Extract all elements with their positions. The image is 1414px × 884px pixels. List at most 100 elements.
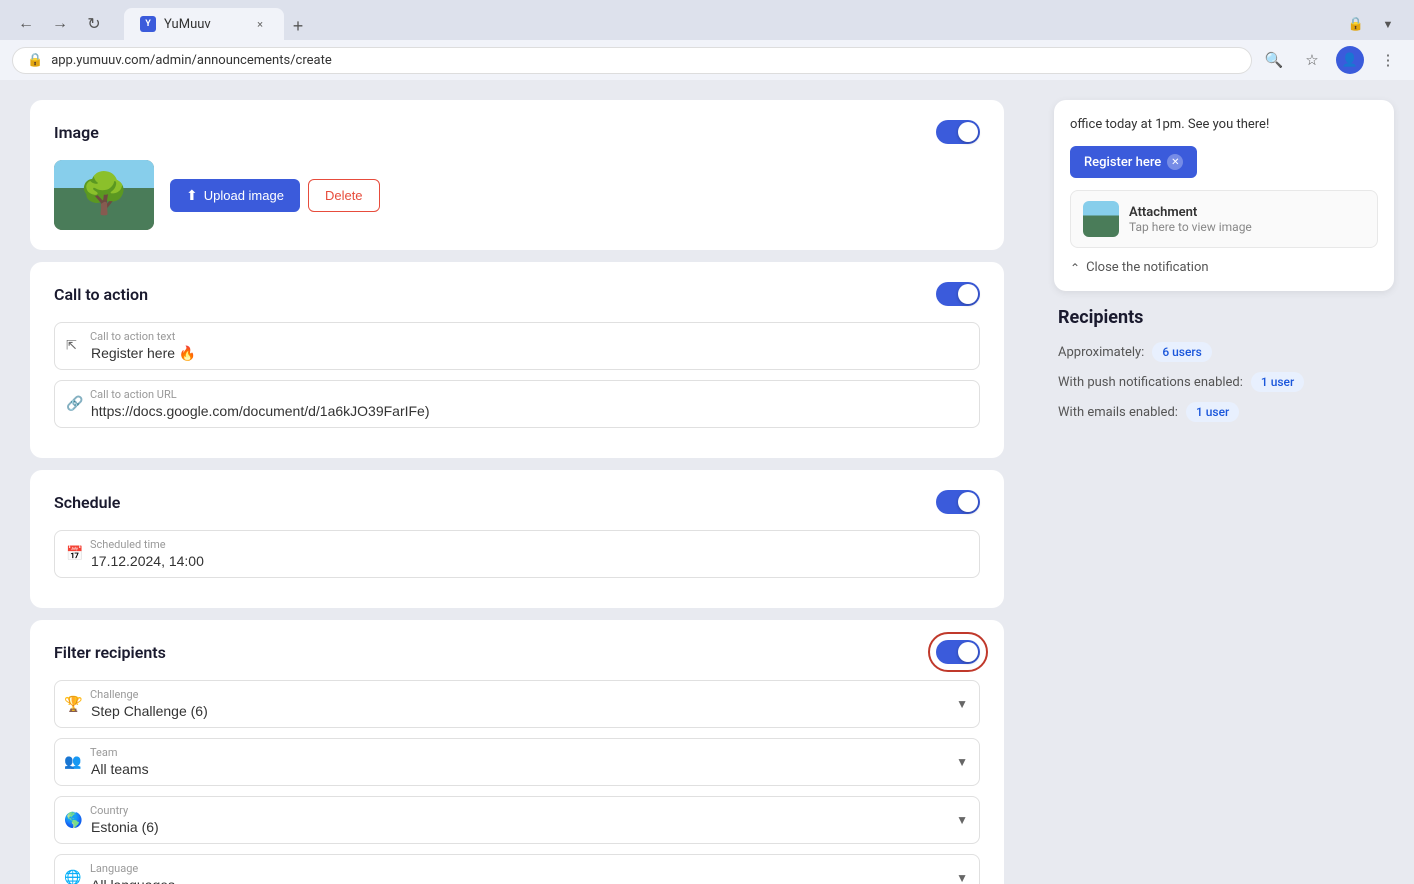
menu-button[interactable]: ⋮ <box>1374 46 1402 74</box>
back-button[interactable]: ← <box>12 10 40 38</box>
cta-close-icon: ✕ <box>1167 154 1183 170</box>
tab-bar: Y YuMuuv × + <box>116 8 320 40</box>
schedule-section-header: Schedule <box>54 490 980 514</box>
upload-image-button[interactable]: ⬆ Upload image <box>170 179 300 212</box>
upload-icon: ⬆ <box>186 187 198 204</box>
chevron-up-icon: ⌃ <box>1070 261 1080 275</box>
trophy-icon: 🏆 <box>64 695 83 713</box>
cta-toggle-track <box>936 282 980 306</box>
image-tree-graphic <box>54 160 154 230</box>
form-column: Image ⬆ Upload image <box>0 80 1034 884</box>
challenge-select[interactable]: Step Challenge (6) <box>54 680 980 728</box>
image-toggle-thumb <box>958 122 978 142</box>
reload-button[interactable]: ↻ <box>80 10 108 38</box>
schedule-time-input[interactable] <box>54 530 980 578</box>
profile-button[interactable]: 👤 <box>1336 46 1364 74</box>
country-select[interactable]: Estonia (6) <box>54 796 980 844</box>
filter-section-title: Filter recipients <box>54 643 166 662</box>
bookmark-button[interactable]: ☆ <box>1298 46 1326 74</box>
cta-url-input[interactable] <box>54 380 980 428</box>
push-recipients-badge: 1 user <box>1251 372 1304 392</box>
filter-section-header: Filter recipients <box>54 640 980 664</box>
tab-favicon: Y <box>140 16 156 32</box>
nav-buttons: ← → ↻ <box>12 10 108 38</box>
lock-icon: 🔒 <box>27 53 43 68</box>
schedule-time-group: 📅 Scheduled time <box>54 530 980 578</box>
cta-toggle[interactable] <box>936 282 980 306</box>
cta-section-header: Call to action <box>54 282 980 306</box>
page-content: Image ⬆ Upload image <box>0 80 1414 884</box>
tab-close-button[interactable]: × <box>252 16 268 32</box>
form-area: Image ⬆ Upload image <box>0 80 1034 884</box>
filter-toggle-highlighted <box>936 640 980 664</box>
calendar-icon: 📅 <box>66 546 83 562</box>
approximately-badge: 6 users <box>1152 342 1212 362</box>
notification-preview-text: office today at 1pm. See you there! <box>1070 116 1378 134</box>
email-recipients-label: With emails enabled: <box>1058 405 1178 420</box>
approximately-label: Approximately: <box>1058 345 1144 360</box>
url-text: app.yumuuv.com/admin/announcements/creat… <box>51 53 332 68</box>
schedule-section: Schedule 📅 Scheduled time <box>30 470 1004 608</box>
delete-image-button[interactable]: Delete <box>308 179 380 212</box>
team-select-group: 👥 Team All teams ▼ <box>54 738 980 786</box>
attachment-title: Attachment <box>1129 205 1252 220</box>
filter-toggle-track <box>936 640 980 664</box>
attachment-image <box>1083 201 1119 237</box>
language-icon: 🌐 <box>64 870 81 884</box>
address-bar[interactable]: 🔒 app.yumuuv.com/admin/announcements/cre… <box>12 47 1252 74</box>
image-section-title: Image <box>54 123 99 142</box>
dropdown-button[interactable]: ▼ <box>1374 10 1402 38</box>
cta-preview-label: Register here <box>1084 155 1161 170</box>
browser-top-bar: ← → ↻ Y YuMuuv × + 🔒 ▼ <box>0 0 1414 40</box>
upload-label: Upload image <box>204 188 284 203</box>
schedule-toggle-track <box>936 490 980 514</box>
image-section: Image ⬆ Upload image <box>30 100 1004 250</box>
cta-url-group: 🔗 Call to action URL <box>54 380 980 428</box>
extensions-button[interactable]: 🔒 <box>1342 10 1370 38</box>
image-section-header: Image <box>54 120 980 144</box>
country-select-group: 🌎 Country Estonia (6) ▼ <box>54 796 980 844</box>
notification-preview-card: office today at 1pm. See you there! Regi… <box>1054 100 1394 291</box>
push-recipients-row: With push notifications enabled: 1 user <box>1058 372 1390 392</box>
recipients-section: Recipients Approximately: 6 users With p… <box>1054 307 1394 422</box>
team-icon: 👥 <box>64 754 81 770</box>
link-icon: 🔗 <box>66 396 83 412</box>
attachment-subtitle: Tap here to view image <box>1129 220 1252 234</box>
approximately-row: Approximately: 6 users <box>1058 342 1390 362</box>
language-select[interactable]: All languages <box>54 854 980 884</box>
attachment-row: Attachment Tap here to view image <box>1070 190 1378 248</box>
close-notification-row[interactable]: ⌃ Close the notification <box>1070 260 1378 275</box>
image-toggle[interactable] <box>936 120 980 144</box>
cta-text-group: ⇱ Call to action text <box>54 322 980 370</box>
active-tab[interactable]: Y YuMuuv × <box>124 8 284 40</box>
forward-button[interactable]: → <box>46 10 74 38</box>
attachment-info: Attachment Tap here to view image <box>1129 205 1252 234</box>
cta-section-title: Call to action <box>54 285 148 304</box>
filter-recipients-section: Filter recipients 🏆 Challenge Ste <box>30 620 1004 884</box>
cta-toggle-thumb <box>958 284 978 304</box>
filter-toggle[interactable] <box>936 640 980 664</box>
image-toggle-track <box>936 120 980 144</box>
filter-toggle-thumb <box>958 642 978 662</box>
push-recipients-label: With push notifications enabled: <box>1058 375 1243 390</box>
schedule-section-title: Schedule <box>54 493 120 512</box>
cta-preview-button: Register here ✕ <box>1070 146 1197 178</box>
image-preview <box>54 160 154 230</box>
browser-chrome: ← → ↻ Y YuMuuv × + 🔒 ▼ 🔒 app.yumuuv.com/… <box>0 0 1414 80</box>
resize-icon: ⇱ <box>66 339 77 354</box>
language-select-group: 🌐 Language All languages ▼ <box>54 854 980 884</box>
close-notification-label: Close the notification <box>1086 260 1209 275</box>
cta-text-input[interactable] <box>54 322 980 370</box>
browser-toolbar-icons: 🔍 ☆ 👤 ⋮ <box>1260 46 1402 74</box>
image-row: ⬆ Upload image Delete <box>54 160 980 230</box>
team-select[interactable]: All teams <box>54 738 980 786</box>
call-to-action-section: Call to action ⇱ Call to action text 🔗 C… <box>30 262 1004 458</box>
image-actions: ⬆ Upload image Delete <box>170 179 380 212</box>
zoom-button[interactable]: 🔍 <box>1260 46 1288 74</box>
new-tab-button[interactable]: + <box>284 12 312 40</box>
schedule-toggle[interactable] <box>936 490 980 514</box>
challenge-select-group: 🏆 Challenge Step Challenge (6) ▼ <box>54 680 980 728</box>
globe-icon: 🌎 <box>64 811 83 829</box>
schedule-toggle-thumb <box>958 492 978 512</box>
email-recipients-row: With emails enabled: 1 user <box>1058 402 1390 422</box>
